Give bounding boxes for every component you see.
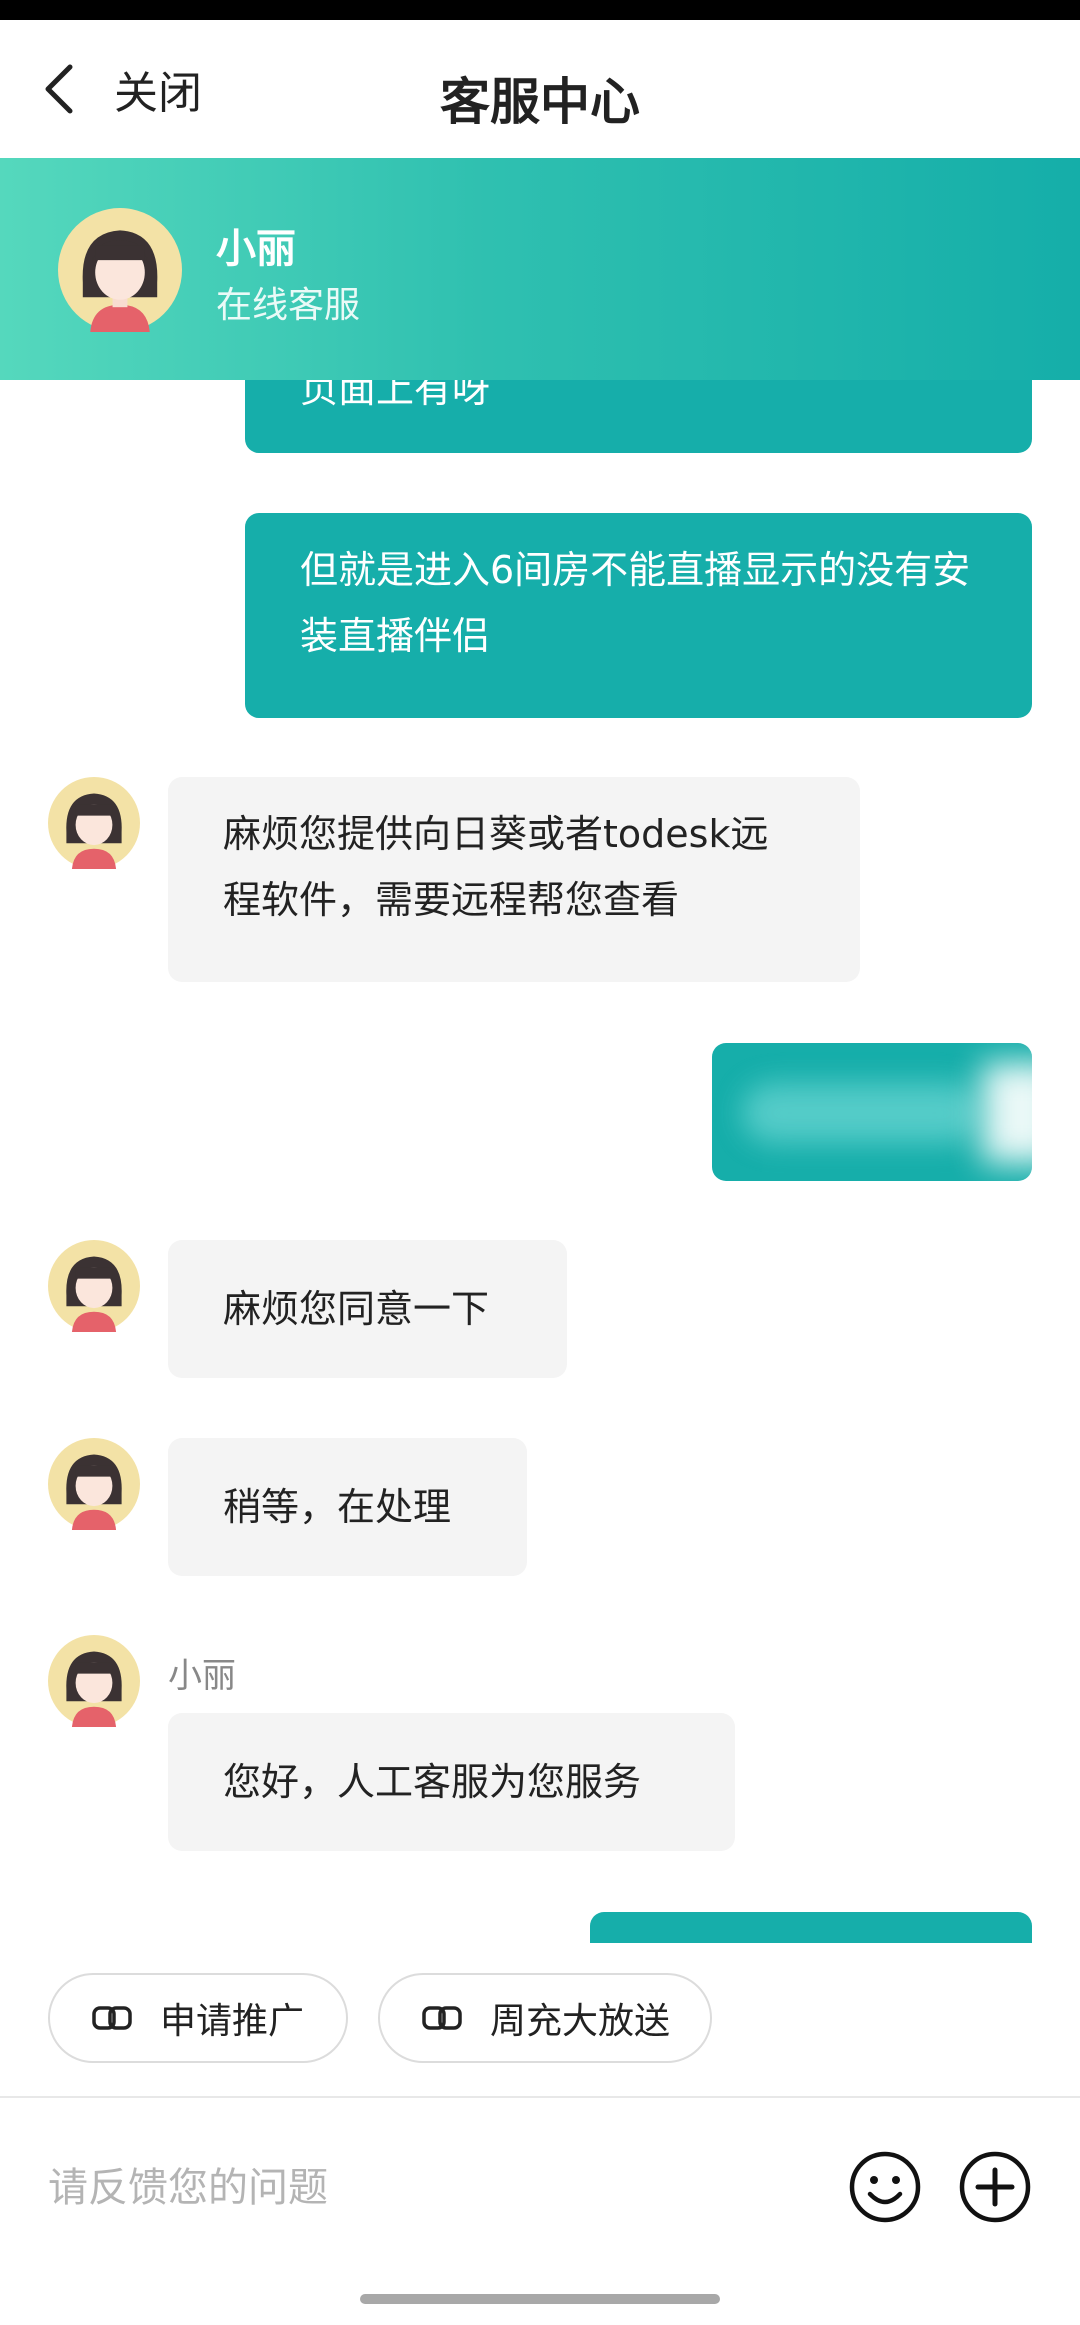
agent-avatar — [48, 1240, 140, 1332]
composer — [0, 2098, 1080, 2325]
blurred-content — [742, 1083, 982, 1143]
message-text: 页面上有呀 — [300, 380, 491, 411]
agent-message: 麻烦您同意一下 — [168, 1240, 567, 1378]
page-title: 客服中心 — [440, 73, 640, 131]
agent-avatar — [48, 1635, 140, 1727]
agent-message: 稍等，在处理 — [168, 1438, 527, 1576]
agent-banner: 小丽 在线客服 — [0, 158, 1080, 380]
user-message-blurred — [712, 1043, 1032, 1181]
agent-message: 麻烦您提供向日葵或者todesk远程软件，需要远程帮您查看 — [168, 777, 860, 982]
message-text: 麻烦您提供向日葵或者todesk远程软件，需要远程帮您查看 — [223, 812, 769, 922]
quick-replies: 申请推广 周充大放送 — [0, 1943, 1080, 2093]
home-indicator[interactable] — [360, 2294, 720, 2304]
blur-edge — [982, 1063, 1032, 1163]
user-message: 但就是进入6间房不能直播显示的没有安装直播伴侣 — [245, 513, 1032, 718]
message-text: 稍等，在处理 — [223, 1485, 452, 1529]
agent-message: 您好，人工客服为您服务 — [168, 1713, 735, 1851]
status-bar — [0, 0, 1080, 20]
quick-reply-chip[interactable]: 周充大放送 — [378, 1973, 712, 2063]
user-message-partial — [590, 1912, 1032, 1943]
quick-reply-label: 申请推广 — [160, 2001, 305, 2042]
message-input[interactable] — [48, 2148, 808, 2228]
message-text: 您好，人工客服为您服务 — [223, 1760, 642, 1804]
plus-circle-icon[interactable] — [958, 2150, 1032, 2224]
message-text: 但就是进入6间房不能直播显示的没有安装直播伴侣 — [300, 548, 971, 658]
agent-avatar — [48, 777, 140, 869]
link-icon — [92, 2006, 132, 2030]
quick-reply-chip[interactable]: 申请推广 — [48, 1973, 348, 2063]
smiley-icon[interactable] — [848, 2150, 922, 2224]
link-icon — [422, 2006, 462, 2030]
navigation-bar: 关闭 客服中心 — [0, 20, 1080, 158]
agent-avatar — [48, 1438, 140, 1530]
agent-status: 在线客服 — [216, 285, 361, 326]
quick-reply-label: 周充大放送 — [490, 2001, 671, 2042]
agent-name: 小丽 — [216, 226, 296, 272]
message-text: 麻烦您同意一下 — [223, 1287, 490, 1331]
chat-messages[interactable]: 页面上有呀 但就是进入6间房不能直播显示的没有安装直播伴侣 麻烦您提供向日葵或者… — [0, 380, 1080, 1943]
user-message: 页面上有呀 — [245, 380, 1032, 453]
sender-name: 小丽 — [168, 1656, 236, 1696]
agent-avatar — [58, 208, 182, 332]
